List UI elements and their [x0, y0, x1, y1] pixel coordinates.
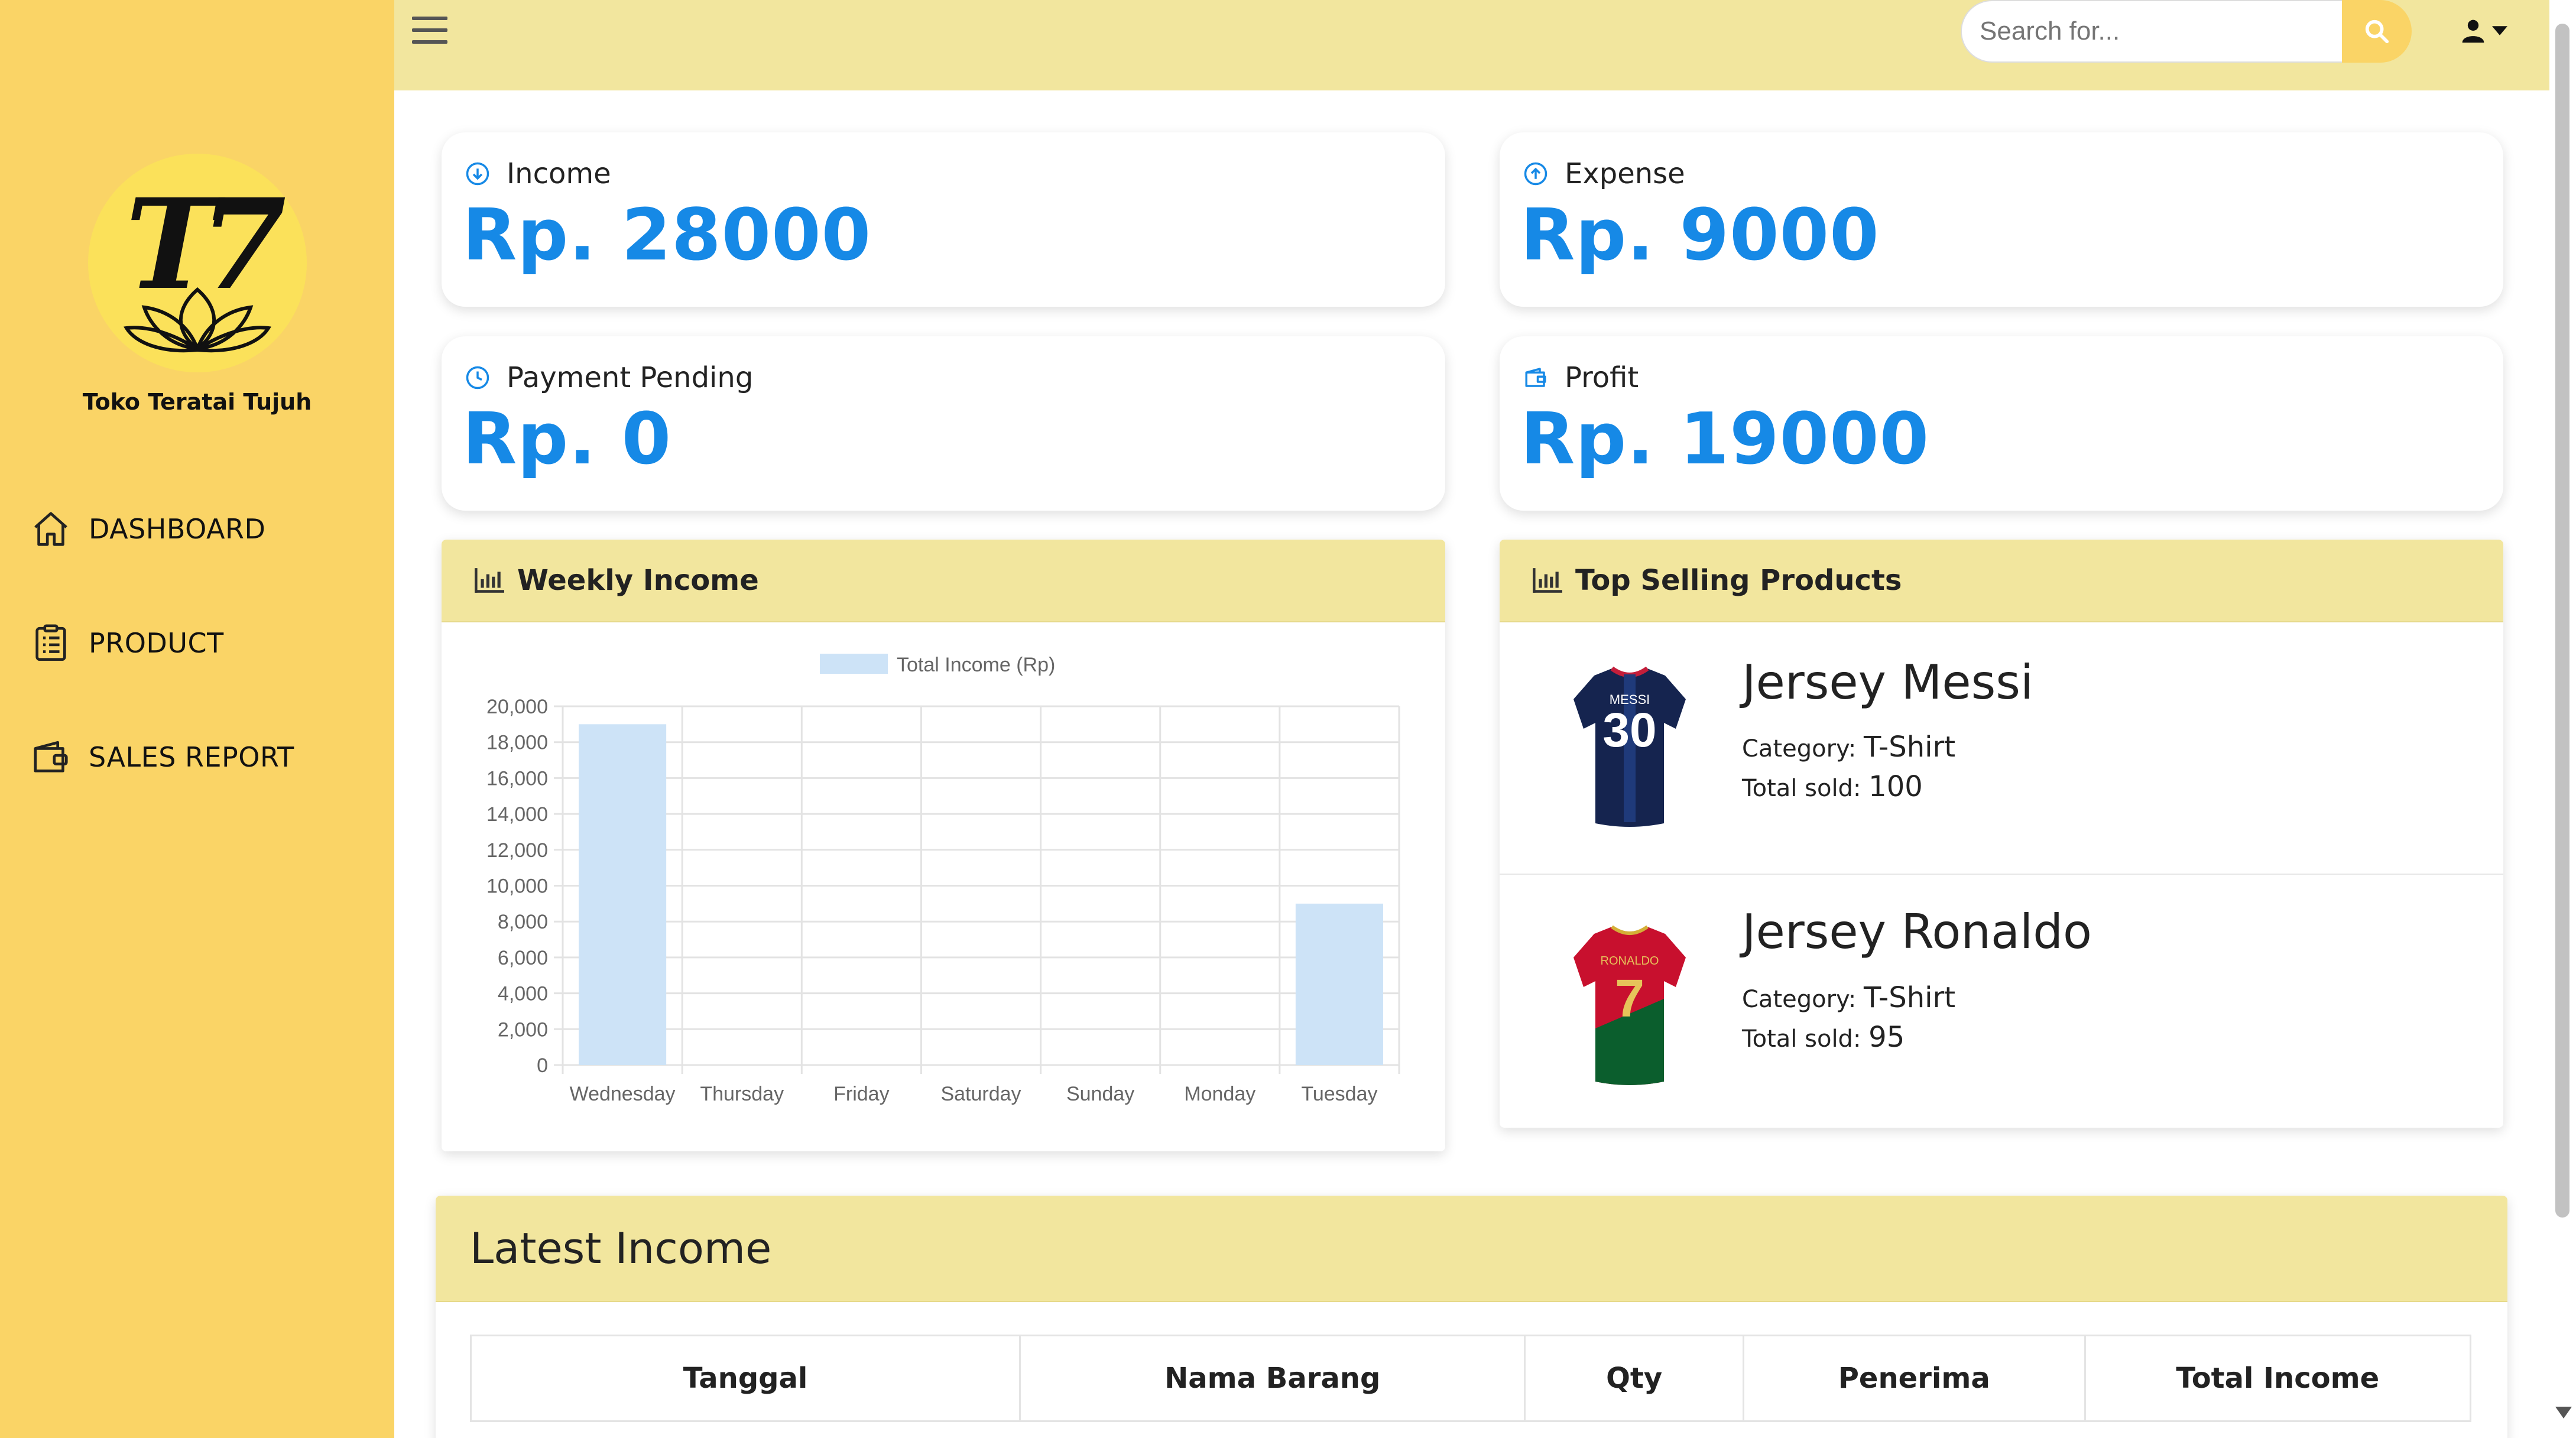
svg-text:7: 7: [1615, 969, 1644, 1028]
income-value: Rp. 28000: [462, 194, 872, 277]
search-input[interactable]: [1961, 0, 2345, 63]
weekly-income-chart: 20,000 18,000 16,000 14,000 12,000 10,000 8,00…: [486, 654, 1400, 1105]
y-tick-label: 12,000: [486, 839, 548, 862]
jersey-ronaldo-image: RONALDO 7: [1573, 925, 1686, 1085]
product-sold: Total sold: 95: [1742, 1021, 1905, 1054]
product-item-ronaldo[interactable]: RONALDO 7 Jersey Ronaldo Category: T-Shi…: [1500, 875, 2503, 1128]
expense-label: Expense: [1565, 157, 1685, 190]
y-tick-label: 10,000: [486, 875, 548, 898]
page-scrollbar[interactable]: [2549, 0, 2576, 1438]
user-icon: [2462, 20, 2484, 43]
legend-label: Total Income (Rp): [897, 654, 1055, 676]
column-header-qty[interactable]: Qty: [1524, 1335, 1744, 1422]
profit-label: Profit: [1565, 361, 1639, 394]
jersey-messi-image: MESSI 30: [1573, 666, 1686, 827]
y-tick-label: 20,000: [486, 696, 548, 718]
svg-text:30: 30: [1602, 703, 1656, 757]
svg-text:RONALDO: RONALDO: [1601, 955, 1659, 968]
product-name: Jersey Ronaldo: [1742, 904, 2092, 959]
payment-pending-label: Payment Pending: [507, 361, 754, 394]
sidebar-item-dashboard[interactable]: DASHBOARD: [28, 505, 383, 553]
sidebar-item-product[interactable]: PRODUCT: [28, 619, 383, 667]
y-tick-label: 16,000: [486, 767, 548, 790]
sidebar-nav: DASHBOARD PRODUCT SALES REPORT: [28, 505, 383, 848]
y-tick-label: 2,000: [498, 1018, 548, 1041]
product-item-messi[interactable]: MESSI 30 Jersey Messi Category: T-Shirt …: [1500, 622, 2503, 882]
clock-icon: [466, 366, 489, 389]
home-icon: [28, 507, 73, 551]
sidebar-item-label: DASHBOARD: [89, 513, 266, 545]
panel-title: Top Selling Products: [1575, 564, 1902, 597]
topbar: [394, 0, 2549, 90]
y-tick-label: 6,000: [498, 947, 548, 969]
brand-logo[interactable]: T7 Toko Teratai Tujuh: [0, 154, 394, 415]
clipboard-icon: [28, 621, 73, 666]
expense-value: Rp. 9000: [1520, 194, 1880, 277]
latest-income-panel: Latest Income Tanggal Nama Barang Qty Pe…: [436, 1196, 2507, 1438]
search-button[interactable]: [2342, 0, 2412, 63]
search-icon: [2365, 20, 2389, 44]
arrow-down-circle-icon: [466, 162, 489, 186]
x-tick-label: Thursday: [700, 1083, 784, 1105]
x-tick-label: Tuesday: [1301, 1083, 1377, 1105]
wallet-icon: [28, 735, 73, 780]
bar: [579, 724, 667, 1065]
product-category: Category: T-Shirt: [1742, 731, 1956, 764]
sidebar-item-label: SALES REPORT: [89, 741, 294, 773]
lotus-icon: [123, 287, 271, 353]
sidebar-item-sales-report[interactable]: SALES REPORT: [28, 733, 383, 781]
profit-value: Rp. 19000: [1520, 398, 1930, 481]
latest-income-table: Tanggal Nama Barang Qty Penerima Total I…: [469, 1335, 2472, 1422]
column-header-tanggal[interactable]: Tanggal: [469, 1335, 1021, 1422]
wallet-icon: [1525, 368, 1546, 387]
x-tick-label: Friday: [833, 1083, 889, 1105]
scroll-down-arrow-icon[interactable]: [2555, 1407, 2572, 1418]
y-tick-label: 18,000: [486, 732, 548, 754]
arrow-up-circle-icon: [1524, 162, 1547, 186]
expense-card: Expense Rp. 9000: [1500, 132, 2503, 307]
menu-toggle-icon[interactable]: [412, 17, 447, 45]
column-header-penerima[interactable]: Penerima: [1742, 1335, 2086, 1422]
bar-chart-icon: [1533, 568, 1562, 593]
product-sold: Total sold: 100: [1742, 770, 1923, 803]
weekly-income-panel: Weekly Income 20,000 18,000 16,000 14,000 12…: [442, 540, 1445, 1151]
top-selling-panel: Top Selling Products MESSI 30 Jersey Mes…: [1500, 540, 2503, 1128]
legend-swatch: [820, 654, 888, 674]
x-tick-label: Sunday: [1066, 1083, 1134, 1105]
brand-name: Toko Teratai Tujuh: [82, 389, 312, 415]
latest-income-title: Latest Income: [470, 1223, 772, 1273]
column-header-nama-barang[interactable]: Nama Barang: [1019, 1335, 1526, 1422]
x-tick-label: Monday: [1184, 1083, 1255, 1105]
column-header-total-income[interactable]: Total Income: [2084, 1335, 2472, 1422]
income-card: Income Rp. 28000: [442, 132, 1445, 307]
y-tick-label: 8,000: [498, 911, 548, 933]
bar-chart-icon: [475, 568, 504, 593]
logo-circle: T7: [87, 154, 307, 372]
x-tick-label: Wednesday: [570, 1083, 676, 1105]
x-tick-label: Saturday: [940, 1083, 1021, 1105]
panel-title: Weekly Income: [517, 564, 759, 597]
profit-card: Profit Rp. 19000: [1500, 336, 2503, 511]
income-label: Income: [507, 157, 611, 190]
payment-pending-value: Rp. 0: [462, 398, 672, 481]
sidebar: T7 Toko Teratai Tujuh DASHBOARD PRODUCT …: [0, 0, 394, 1438]
sidebar-item-label: PRODUCT: [89, 627, 224, 659]
caret-down-icon: [2492, 26, 2507, 35]
bar: [1295, 903, 1383, 1065]
y-tick-label: 0: [537, 1054, 548, 1077]
y-tick-label: 14,000: [486, 803, 548, 826]
user-menu-button[interactable]: [2451, 13, 2516, 48]
y-tick-label: 4,000: [498, 983, 548, 1005]
payment-pending-card: Payment Pending Rp. 0: [442, 336, 1445, 511]
product-name: Jersey Messi: [1742, 655, 2034, 710]
product-category: Category: T-Shirt: [1742, 981, 1956, 1014]
table-header-row: Tanggal Nama Barang Qty Penerima Total I…: [469, 1335, 2472, 1422]
scrollbar-thumb[interactable]: [2555, 24, 2569, 1218]
